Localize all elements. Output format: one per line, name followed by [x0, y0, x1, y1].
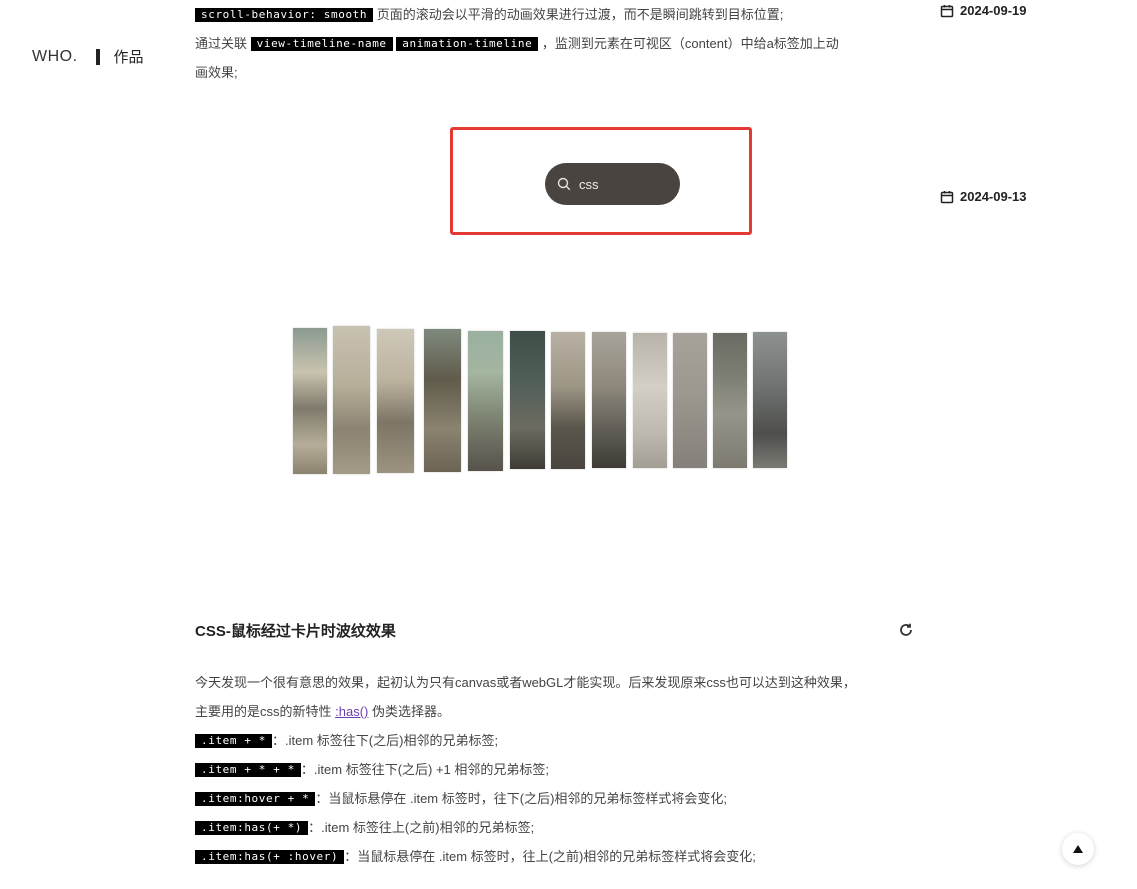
text: ：.item 标签往下(之后) +1 相邻的兄弟标签; [300, 762, 550, 777]
post-1-line: 画效果; [195, 58, 915, 87]
photo-strip[interactable] [333, 326, 370, 474]
search-box[interactable]: css [545, 163, 680, 205]
rule-line: .item:has(+ *) ：.item 标签往上(之前)相邻的兄弟标签; [195, 813, 925, 842]
refresh-icon[interactable] [898, 622, 914, 638]
inline-code: view-timeline-name [250, 37, 393, 51]
inline-code: .item:has(+ *) [195, 821, 309, 835]
search-icon [557, 177, 571, 191]
inline-code: .item + * [195, 734, 273, 748]
inline-code: .item + * + * [195, 763, 301, 777]
inline-code: .item:has(+ :hover) [195, 850, 345, 864]
search-input[interactable]: css [579, 177, 599, 192]
rule-line: .item + * ：.item 标签往下(之后)相邻的兄弟标签; [195, 726, 925, 755]
photo-strip[interactable] [293, 328, 327, 474]
text: ：当鼠标悬停在 .item 标签时，往上(之前)相邻的兄弟标签样式将会变化; [344, 849, 756, 864]
photo-strip[interactable] [468, 331, 503, 471]
photo-strip[interactable] [633, 333, 667, 468]
article-paragraph: 主要用的是css的新特性 :has() 伪类选择器。 [195, 697, 925, 726]
back-to-top-button[interactable] [1062, 833, 1094, 865]
text: 主要用的是css的新特性 [195, 704, 332, 719]
has-selector-link[interactable]: :has() [335, 704, 368, 719]
post-1-body: scroll-behavior: smooth 页面的滚动会以平滑的动画效果进行… [195, 0, 915, 87]
photo-strip[interactable] [510, 331, 545, 469]
inline-code: .item:hover + * [195, 792, 316, 806]
article-body: 今天发现一个很有意思的效果，起初认为只有canvas或者webGL才能实现。后来… [195, 668, 925, 871]
photo-strip[interactable] [377, 329, 414, 473]
text: 页面的滚动会以平滑的动画效果进行过渡，而不是瞬间跳转到目标位置; [376, 7, 784, 22]
text: ：.item 标签往上(之前)相邻的兄弟标签; [308, 820, 535, 835]
page: WHO. 作品 2024-09-19 2024-09-13 scroll-beh… [0, 0, 1137, 889]
calendar-icon [940, 190, 954, 203]
article-title[interactable]: CSS-鼠标经过卡片时波纹效果 [195, 620, 396, 641]
calendar-icon [940, 4, 954, 17]
text: ，监测到元素在可视区（content）中给a标签加上动 [541, 36, 839, 51]
rule-line: .item:hover + * ：当鼠标悬停在 .item 标签时，往下(之后)相… [195, 784, 925, 813]
photo-strip[interactable] [753, 332, 787, 468]
rule-line: .item + * + * ：.item 标签往下(之后) +1 相邻的兄弟标签; [195, 755, 925, 784]
date-text: 2024-09-13 [960, 189, 1027, 204]
inline-code: animation-timeline [396, 37, 539, 51]
photo-strip[interactable] [551, 332, 585, 469]
inline-code: scroll-behavior: smooth [195, 8, 374, 22]
text: ：.item 标签往下(之后)相邻的兄弟标签; [272, 733, 499, 748]
date-text: 2024-09-19 [960, 3, 1027, 18]
post-date-1: 2024-09-19 [940, 3, 1027, 18]
rule-line: .item:has(+ :hover) ：当鼠标悬停在 .item 标签时，往上(… [195, 842, 925, 871]
text: 通过关联 [195, 36, 248, 51]
photo-strip[interactable] [713, 333, 747, 468]
photo-strip[interactable] [592, 332, 626, 468]
arrow-up-icon [1073, 845, 1083, 853]
post-1-line: scroll-behavior: smooth 页面的滚动会以平滑的动画效果进行… [195, 0, 915, 29]
sidebar-brand: WHO. 作品 [32, 46, 144, 67]
photo-strips-demo[interactable] [293, 326, 793, 476]
post-1-line: 通过关联 view-timeline-name animation-timeli… [195, 29, 915, 58]
text: 画效果; [195, 65, 238, 80]
article-paragraph: 今天发现一个很有意思的效果，起初认为只有canvas或者webGL才能实现。后来… [195, 675, 856, 690]
nav-works-link[interactable]: 作品 [114, 46, 144, 67]
post-date-2: 2024-09-13 [940, 189, 1027, 204]
brand-divider [95, 48, 100, 65]
text: 伪类选择器。 [372, 704, 451, 719]
photo-strip[interactable] [673, 333, 707, 468]
text: ：当鼠标悬停在 .item 标签时，往下(之后)相邻的兄弟标签样式将会变化; [315, 791, 728, 806]
photo-strip[interactable] [424, 329, 461, 472]
site-logo[interactable]: WHO. [32, 48, 78, 66]
